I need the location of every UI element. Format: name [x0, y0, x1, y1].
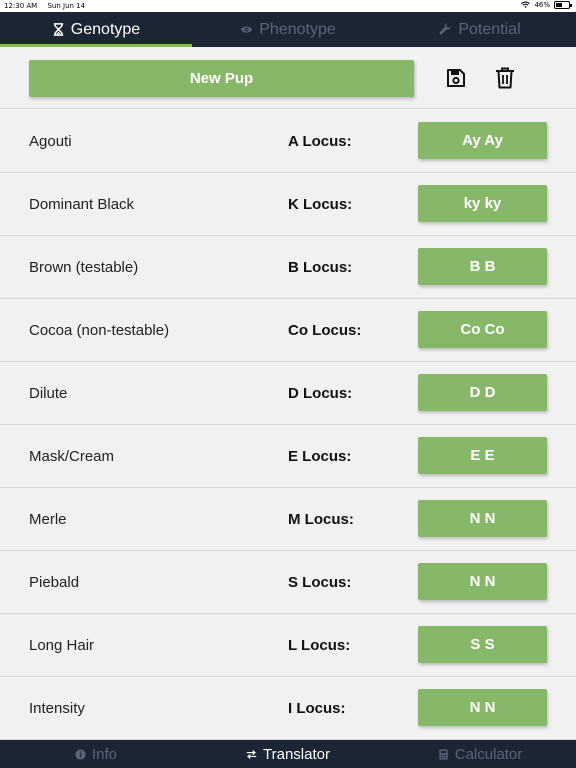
allele-button[interactable]: D D	[418, 374, 547, 411]
trait-label: Mask/Cream	[29, 448, 115, 465]
save-icon	[447, 69, 465, 87]
top-tab-bar: Genotype Phenotype Potential	[0, 12, 576, 47]
wifi-icon	[521, 1, 531, 8]
tab-label: Info	[91, 745, 118, 763]
new-pup-button[interactable]: New Pup	[29, 60, 414, 97]
eye-icon	[241, 26, 253, 33]
tab-translator[interactable]: Translator	[192, 740, 384, 768]
locus-label: I Locus:	[288, 700, 346, 717]
trait-label: Intensity	[29, 700, 85, 717]
allele-button[interactable]: Co Co	[418, 311, 547, 348]
locus-label: K Locus:	[288, 196, 353, 213]
info-icon	[75, 748, 86, 760]
allele-button[interactable]: N N	[418, 500, 547, 537]
locus-label: M Locus:	[288, 511, 354, 528]
allele-button[interactable]: B B	[418, 248, 547, 285]
tab-label: Calculator	[454, 745, 523, 763]
trash-icon	[496, 67, 514, 89]
list-item: Dilute D Locus: D D	[0, 362, 576, 425]
battery-percent: 46%	[534, 1, 550, 9]
tab-potential[interactable]: Potential	[384, 12, 576, 47]
toolbar: New Pup	[0, 47, 576, 109]
allele-button[interactable]: ky ky	[418, 185, 547, 222]
locus-label: Co Locus:	[288, 322, 362, 339]
allele-button[interactable]: E E	[418, 437, 547, 474]
trait-label: Piebald	[29, 574, 80, 591]
allele-button[interactable]: N N	[418, 563, 547, 600]
list-item: Intensity I Locus: N N	[0, 677, 576, 740]
trait-label: Brown (testable)	[29, 259, 139, 276]
locus-label: B Locus:	[288, 259, 353, 276]
trait-label: Dilute	[29, 385, 68, 402]
tab-label: Phenotype	[259, 20, 336, 38]
trait-label: Dominant Black	[29, 196, 135, 213]
locus-label: E Locus:	[288, 448, 352, 465]
list-item: Cocoa (non-testable) Co Locus: Co Co	[0, 299, 576, 362]
locus-label: S Locus:	[288, 574, 352, 591]
tab-genotype[interactable]: Genotype	[0, 12, 192, 47]
locus-label: L Locus:	[288, 637, 351, 654]
tab-label: Translator	[263, 745, 330, 763]
trait-label: Merle	[29, 511, 67, 528]
locus-label: D Locus:	[288, 385, 353, 402]
trait-label: Cocoa (non-testable)	[29, 322, 170, 339]
list-item: Merle M Locus: N N	[0, 488, 576, 551]
tab-info[interactable]: Info	[0, 740, 192, 768]
bottom-tab-bar: Info Translator Calculator	[0, 740, 576, 768]
list-item: Long Hair L Locus: S S	[0, 614, 576, 677]
trait-label: Agouti	[29, 133, 72, 150]
allele-button[interactable]: Ay Ay	[418, 122, 547, 159]
hourglass-icon	[53, 23, 63, 36]
status-time: 12:30 AM	[4, 2, 38, 10]
calculator-icon	[439, 748, 448, 760]
tab-calculator[interactable]: Calculator	[384, 740, 576, 768]
tab-phenotype[interactable]: Phenotype	[192, 12, 384, 47]
allele-button[interactable]: S S	[418, 626, 547, 663]
swap-arrows-icon	[246, 749, 257, 759]
tab-label: Genotype	[70, 20, 141, 38]
trait-label: Long Hair	[29, 637, 95, 654]
loci-list: Agouti A Locus: Ay Ay Dominant Black K L…	[0, 110, 576, 740]
list-item: Brown (testable) B Locus: B B	[0, 236, 576, 299]
list-item: Agouti A Locus: Ay Ay	[0, 110, 576, 173]
wrench-icon	[439, 23, 451, 35]
save-button[interactable]	[445, 67, 467, 89]
status-bar: 12:30 AM Sun Jun 14 46%	[0, 0, 576, 12]
locus-label: A Locus:	[288, 133, 352, 150]
status-date: Sun Jun 14	[47, 2, 86, 10]
list-item: Piebald S Locus: N N	[0, 551, 576, 614]
allele-button[interactable]: N N	[418, 689, 547, 726]
list-item: Dominant Black K Locus: ky ky	[0, 173, 576, 236]
tab-label: Potential	[458, 20, 521, 38]
battery-icon	[554, 1, 572, 9]
delete-button[interactable]	[494, 67, 516, 89]
list-item: Mask/Cream E Locus: E E	[0, 425, 576, 488]
